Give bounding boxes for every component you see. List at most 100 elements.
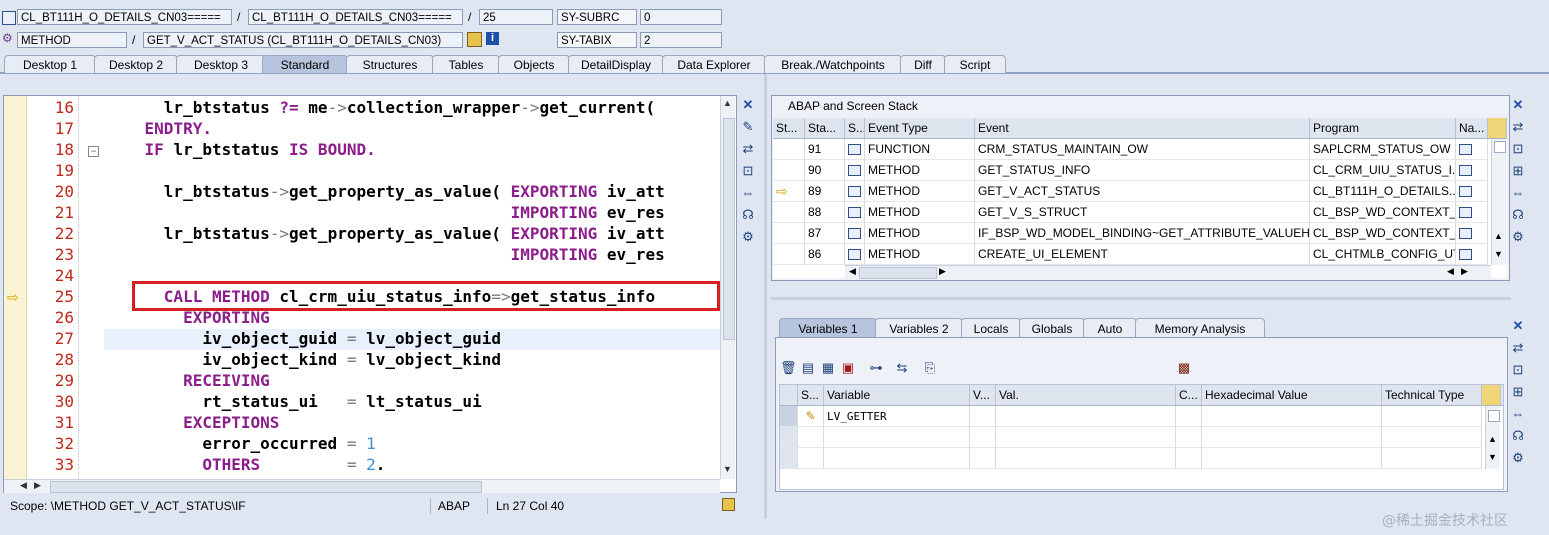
event-name[interactable]: IF_BSP_WD_MODEL_BINDING~GET_ATTRIBUTE_VA… <box>975 223 1310 244</box>
program-name[interactable]: CL_CHTMLB_CONFIG_UT... <box>1310 244 1456 265</box>
variable-value[interactable] <box>996 448 1176 469</box>
col-navigation[interactable]: Na... <box>1456 118 1488 138</box>
scroll-down-icon[interactable]: ▼ <box>723 464 732 474</box>
col-value[interactable]: Val. <box>996 385 1176 405</box>
variable-name[interactable] <box>824 448 970 469</box>
variable-name[interactable]: LV_GETTER <box>824 406 970 427</box>
row-select-header[interactable] <box>780 385 798 405</box>
select-all-checkbox[interactable] <box>1488 410 1500 422</box>
code-line[interactable]: 33 OTHERS = 2. <box>4 454 720 475</box>
scroll-up-icon[interactable]: ▲ <box>1488 434 1497 444</box>
new-variable-icon[interactable]: ▤ <box>800 360 816 376</box>
scroll-up-icon[interactable]: ▲ <box>723 98 732 108</box>
table-row[interactable] <box>780 427 1482 448</box>
swap-icon[interactable]: ⇔ <box>1510 406 1526 422</box>
navigate-icon[interactable] <box>1459 165 1472 177</box>
tab-breakpoints[interactable]: Break./Watchpoints <box>764 55 902 73</box>
settings-icon[interactable]: ⚙ <box>1510 229 1526 245</box>
program-name[interactable]: CL_BSP_WD_CONTEXT_... <box>1310 202 1456 223</box>
swap-icon[interactable]: ⇔ <box>740 185 756 201</box>
col-hex-value[interactable]: Hexadecimal Value <box>1202 385 1382 405</box>
new-tool-icon[interactable]: ✎ <box>740 119 756 135</box>
code-line[interactable]: 31 EXCEPTIONS <box>4 412 720 433</box>
table-row[interactable]: 88 METHOD GET_V_S_STRUCT CL_BSP_WD_CONTEXT_… <box>773 202 1488 223</box>
tab-variables-1[interactable]: Variables 1 <box>779 318 877 338</box>
code-line[interactable]: 17 ENDTRY. <box>4 118 720 139</box>
code-editor[interactable]: 16 lr_btstatus ?= me->collection_wrapper… <box>3 95 737 493</box>
close-icon[interactable]: ✕ <box>1510 97 1526 113</box>
scroll-right-icon[interactable]: ▶ <box>1461 266 1468 277</box>
col-c[interactable]: C... <box>1176 385 1202 405</box>
table-row[interactable]: 90 METHOD GET_STATUS_INFO CL_CRM_UIU_STATUS… <box>773 160 1488 181</box>
editor-settings-icon[interactable] <box>722 498 735 511</box>
code-horizontal-scrollbar[interactable]: ◀ ▶ <box>4 479 720 493</box>
table-row[interactable]: 91 FUNCTION CRM_STATUS_MAINTAIN_OW SAPLCRM_… <box>773 139 1488 160</box>
code-line[interactable]: 30 rt_status_ui = lt_status_ui <box>4 391 720 412</box>
navigate-icon[interactable] <box>1459 207 1472 219</box>
horizontal-splitter[interactable] <box>771 297 1511 300</box>
code-line[interactable]: 18 IF lr_btstatus IS BOUND. <box>4 139 720 160</box>
code-line[interactable]: 19 <box>4 160 720 181</box>
info-icon[interactable]: i <box>486 32 499 45</box>
sysvar-value-1[interactable]: 0 <box>640 9 722 25</box>
services-icon[interactable]: ☊ <box>740 207 756 223</box>
column-settings-icon[interactable] <box>1488 118 1507 138</box>
tab-tables[interactable]: Tables <box>432 55 500 73</box>
class-field[interactable]: CL_BT111H_O_DETAILS_CN03===== <box>17 9 232 25</box>
close-icon[interactable]: ✕ <box>740 97 756 113</box>
source-code-icon[interactable] <box>848 165 861 177</box>
full-screen-icon[interactable]: ⊡ <box>740 163 756 179</box>
maximize-icon[interactable]: ⊞ <box>1510 384 1526 400</box>
event-name[interactable]: GET_STATUS_INFO <box>975 160 1310 181</box>
scroll-left-icon[interactable]: ◀ <box>20 480 27 491</box>
code-line[interactable]: 21 IMPORTING ev_res <box>4 202 720 223</box>
navigate-icon[interactable] <box>1456 202 1488 223</box>
code-line[interactable]: 20 lr_btstatus->get_property_as_value( E… <box>4 181 720 202</box>
stack-vertical-scrollbar[interactable]: ▲ ▼ <box>1491 139 1506 265</box>
table-row[interactable] <box>780 448 1482 469</box>
vertical-splitter[interactable] <box>764 74 767 519</box>
navigate-icon[interactable] <box>1456 223 1488 244</box>
scroll-down-icon[interactable]: ▼ <box>1494 249 1503 259</box>
edit-variable-icon[interactable]: ✎ <box>798 406 824 427</box>
full-screen-icon[interactable]: ⊡ <box>1510 362 1526 378</box>
tab-desktop-1[interactable]: Desktop 1 <box>4 55 96 73</box>
transfer-icon[interactable]: ⇆ <box>894 360 910 376</box>
source-code-icon[interactable] <box>848 207 861 219</box>
settings-icon[interactable]: ⚙ <box>740 229 756 245</box>
col-stack[interactable]: St... <box>773 118 805 138</box>
services-icon[interactable]: ☊ <box>1510 207 1526 223</box>
mark-variable-icon[interactable]: ▣ <box>840 360 856 376</box>
column-settings-icon[interactable] <box>1482 385 1501 405</box>
row-selector[interactable] <box>780 448 798 469</box>
fold-toggle-icon[interactable]: − <box>88 146 99 157</box>
navigate-icon[interactable] <box>1456 139 1488 160</box>
code-line[interactable]: 32 error_occurred = 1 <box>4 433 720 454</box>
scroll-down-icon[interactable]: ▼ <box>1488 452 1497 462</box>
code-line[interactable]: 16 lr_btstatus ?= me->collection_wrapper… <box>4 97 720 118</box>
source-code-icon[interactable] <box>848 249 861 261</box>
scroll-right-icon[interactable]: ▶ <box>939 266 946 277</box>
swap-icon[interactable]: ⇔ <box>1510 185 1526 201</box>
tab-script[interactable]: Script <box>944 55 1006 73</box>
replace-tool-icon[interactable]: ⇄ <box>740 141 756 157</box>
event-name[interactable]: GET_V_ACT_STATUS <box>975 181 1310 202</box>
tab-standard[interactable]: Standard <box>262 55 348 73</box>
h-scroll-thumb[interactable] <box>50 481 482 493</box>
stack-horizontal-scrollbar[interactable]: ◀ ▶ ◀ ▶ <box>845 265 1491 279</box>
code-line[interactable]: 23 IMPORTING ev_res <box>4 244 720 265</box>
navigate-icon[interactable] <box>1456 244 1488 265</box>
tab-desktop-2[interactable]: Desktop 2 <box>94 55 178 73</box>
tab-auto[interactable]: Auto <box>1083 318 1137 338</box>
scroll-up-icon[interactable]: ▲ <box>1494 231 1503 241</box>
col-s[interactable]: S... <box>845 118 865 138</box>
navigate-icon[interactable] <box>1459 249 1472 261</box>
replace-tool-icon[interactable]: ⇄ <box>1510 119 1526 135</box>
vars-vertical-scrollbar[interactable]: ▲ ▼ <box>1485 406 1500 469</box>
tab-diff[interactable]: Diff <box>900 55 946 73</box>
maximize-icon[interactable]: ⊞ <box>1510 163 1526 179</box>
tab-globals[interactable]: Globals <box>1019 318 1085 338</box>
col-variable[interactable]: Variable <box>824 385 970 405</box>
program-name[interactable]: CL_CRM_UIU_STATUS_I... <box>1310 160 1456 181</box>
table-row[interactable]: 87 METHOD IF_BSP_WD_MODEL_BINDING~GET_ATTR… <box>773 223 1488 244</box>
